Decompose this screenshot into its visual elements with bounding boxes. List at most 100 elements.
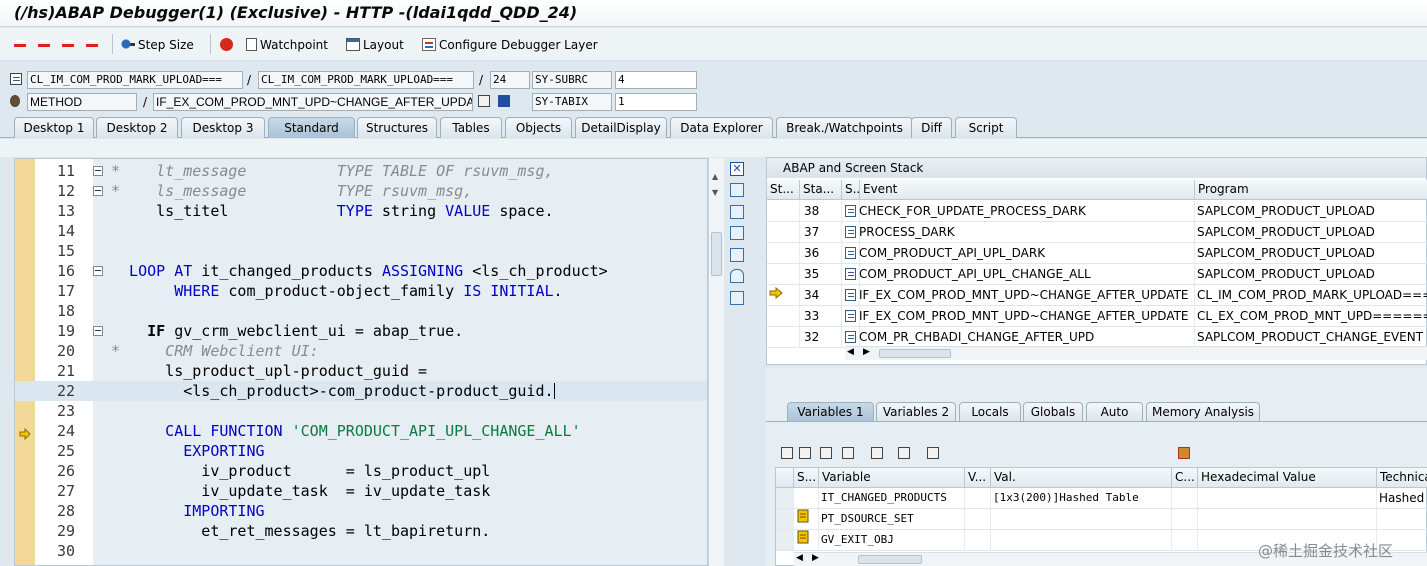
stack-row-marker[interactable] bbox=[767, 243, 800, 264]
close-icon[interactable]: ✕ bbox=[730, 162, 744, 176]
navigate-icon[interactable] bbox=[898, 447, 910, 459]
variables-scroll-thumb[interactable] bbox=[858, 555, 922, 564]
source-code-editor[interactable]: 11 * lt_message TYPE TABLE OF rsuvm_msg, 1… bbox=[14, 158, 708, 566]
tab-diff[interactable]: Diff bbox=[911, 117, 952, 138]
variable-header-4[interactable]: Val. bbox=[991, 468, 1172, 488]
stack-scroll-thumb[interactable] bbox=[879, 349, 951, 358]
tab-structures[interactable]: Structures bbox=[357, 117, 437, 138]
stack-event[interactable]: PROCESS_DARK bbox=[843, 222, 1195, 243]
tab-objects[interactable]: Objects bbox=[505, 117, 572, 138]
variable-name[interactable]: IT_CHANGED_PRODUCTS bbox=[819, 488, 965, 509]
variable-row-selector[interactable] bbox=[776, 530, 794, 551]
code-line[interactable]: 24 CALL FUNCTION 'COM_PRODUCT_API_UPL_CH… bbox=[15, 421, 707, 441]
variable-value[interactable] bbox=[991, 509, 1172, 530]
stack-row-marker[interactable] bbox=[767, 327, 800, 348]
stack-header-3[interactable]: Event bbox=[860, 180, 1195, 200]
code-line[interactable]: 30 bbox=[15, 541, 707, 561]
scroll-right-icon[interactable]: ▶ bbox=[863, 347, 870, 357]
variable-name[interactable]: PT_DSOURCE_SET bbox=[819, 509, 965, 530]
stack-event[interactable]: IF_EX_COM_PROD_MNT_UPD~CHANGE_AFTER_UPDA… bbox=[843, 306, 1195, 327]
code-line[interactable]: 28 IMPORTING bbox=[15, 501, 707, 521]
structure-icon[interactable] bbox=[871, 447, 883, 459]
stack-row-marker[interactable] bbox=[767, 201, 800, 222]
stack-horizontal-scrollbar[interactable]: ◀ ▶ bbox=[845, 346, 1427, 360]
services-icon[interactable] bbox=[730, 269, 744, 283]
stack-row-marker[interactable] bbox=[767, 222, 800, 243]
scroll-left-icon[interactable]: ◀ bbox=[847, 347, 854, 357]
export-icon[interactable] bbox=[820, 447, 832, 459]
code-line[interactable]: 29 et_ret_messages = lt_bapireturn. bbox=[15, 521, 707, 541]
tab-desktop-3[interactable]: Desktop 3 bbox=[181, 117, 265, 138]
variable-header-5[interactable]: C... bbox=[1172, 468, 1198, 488]
execute-button[interactable] bbox=[38, 36, 55, 53]
watchpoint-button[interactable]: Watchpoint bbox=[246, 36, 328, 53]
tab-tables[interactable]: Tables bbox=[440, 117, 502, 138]
fold-toggle-icon[interactable] bbox=[93, 186, 103, 196]
display-icon[interactable] bbox=[478, 95, 490, 107]
code-line[interactable]: 27 iv_update_task = iv_update_task bbox=[15, 481, 707, 501]
return-button[interactable] bbox=[62, 36, 79, 53]
stack-event[interactable]: COM_PR_CHBADI_CHANGE_AFTER_UPD bbox=[843, 327, 1195, 348]
code-line[interactable]: 11 * lt_message TYPE TABLE OF rsuvm_msg, bbox=[15, 161, 707, 181]
variable-header-0[interactable] bbox=[776, 468, 794, 488]
code-line[interactable]: 23 bbox=[15, 401, 707, 421]
maximize-icon[interactable] bbox=[730, 226, 744, 240]
fold-toggle-icon[interactable] bbox=[93, 166, 103, 176]
stack-program[interactable]: SAPLCOM_PRODUCT_CHANGE_EVENT bbox=[1195, 327, 1427, 348]
code-line[interactable]: 26 iv_product = ls_product_upl bbox=[15, 461, 707, 481]
save-icon[interactable] bbox=[1178, 447, 1190, 459]
tab-auto[interactable]: Auto bbox=[1086, 402, 1143, 422]
tabix-value[interactable]: 1 bbox=[615, 93, 697, 111]
code-line[interactable]: 22 <ls_ch_product>-com_product-product_g… bbox=[15, 381, 707, 401]
code-line[interactable]: 16 LOOP AT it_changed_products ASSIGNING… bbox=[15, 261, 707, 281]
scroll-up-icon[interactable]: ▲ bbox=[712, 172, 718, 181]
stack-program[interactable]: SAPLCOM_PRODUCT_UPLOAD bbox=[1195, 201, 1427, 222]
import-icon[interactable] bbox=[799, 447, 811, 459]
stack-header-0[interactable]: St... bbox=[767, 180, 800, 200]
stack-event[interactable]: CHECK_FOR_UPDATE_PROCESS_DARK bbox=[843, 201, 1195, 222]
code-line[interactable]: 20 * CRM Webclient UI: bbox=[15, 341, 707, 361]
variable-header-3[interactable]: V... bbox=[965, 468, 991, 488]
stack-header-4[interactable]: Program bbox=[1195, 180, 1427, 200]
tab-detaildisplay[interactable]: DetailDisplay bbox=[575, 117, 667, 138]
stack-row-marker[interactable] bbox=[767, 264, 800, 285]
stack-program[interactable]: CL_IM_COM_PROD_MARK_UPLOAD==== bbox=[1195, 285, 1427, 306]
tab-break-watchpoints[interactable]: Break./Watchpoints bbox=[776, 117, 913, 138]
stack-row-marker[interactable] bbox=[767, 306, 800, 327]
stack-event[interactable]: IF_EX_COM_PROD_MNT_UPD~CHANGE_AFTER_UPDA… bbox=[843, 285, 1195, 306]
variable-name[interactable]: GV_EXIT_OBJ bbox=[819, 530, 965, 551]
code-line[interactable]: 12 * ls_message TYPE rsuvm_msg, bbox=[15, 181, 707, 201]
scroll-thumb[interactable] bbox=[711, 232, 722, 276]
settings-icon[interactable] bbox=[730, 291, 744, 305]
code-line[interactable]: 15 bbox=[15, 241, 707, 261]
tab-standard[interactable]: Standard bbox=[268, 117, 355, 138]
scroll-down-icon[interactable]: ▼ bbox=[712, 188, 718, 197]
code-vertical-scrollbar[interactable]: ▲ ▼ bbox=[708, 158, 724, 566]
include-field[interactable]: CL_IM_COM_PROD_MARK_UPLOAD=== bbox=[258, 71, 474, 89]
tab-memory-analysis[interactable]: Memory Analysis bbox=[1146, 402, 1260, 422]
tab-variables-1[interactable]: Variables 1 bbox=[787, 402, 874, 422]
variable-value[interactable]: [1x3(200)]Hashed Table bbox=[991, 488, 1172, 509]
code-line[interactable]: 13 ls_titel TYPE string VALUE space. bbox=[15, 201, 707, 221]
step-into-button[interactable] bbox=[14, 36, 31, 53]
tab-data-explorer[interactable]: Data Explorer bbox=[670, 117, 773, 138]
continue-button[interactable] bbox=[86, 36, 103, 53]
code-line[interactable]: 17 WHERE com_product-object_family IS IN… bbox=[15, 281, 707, 301]
tab-locals[interactable]: Locals bbox=[959, 402, 1021, 422]
delete-icon[interactable] bbox=[781, 447, 793, 459]
stack-header-2[interactable]: S... bbox=[842, 180, 860, 200]
swap-icon[interactable] bbox=[730, 248, 744, 262]
code-line[interactable]: 18 bbox=[15, 301, 707, 321]
stack-program[interactable]: CL_EX_COM_PROD_MNT_UPD======== bbox=[1195, 306, 1427, 327]
variable-header-7[interactable]: Technica bbox=[1377, 468, 1427, 488]
variable-header-1[interactable]: S... bbox=[794, 468, 819, 488]
stack-program[interactable]: SAPLCOM_PRODUCT_UPLOAD bbox=[1195, 243, 1427, 264]
line-field[interactable]: 24 bbox=[490, 71, 530, 89]
stack-program[interactable]: SAPLCOM_PRODUCT_UPLOAD bbox=[1195, 264, 1427, 285]
event-field[interactable]: IF_EX_COM_PROD_MNT_UPD~CHANGE_AFTER_UPDA… bbox=[153, 93, 473, 111]
program-field[interactable]: CL_IM_COM_PROD_MARK_UPLOAD=== bbox=[27, 71, 243, 89]
configure-layer-button[interactable]: Configure Debugger Layer bbox=[422, 36, 598, 53]
new-tool-icon[interactable] bbox=[730, 183, 744, 197]
tab-variables-2[interactable]: Variables 2 bbox=[876, 402, 956, 422]
stack-event[interactable]: COM_PRODUCT_API_UPL_CHANGE_ALL bbox=[843, 264, 1195, 285]
